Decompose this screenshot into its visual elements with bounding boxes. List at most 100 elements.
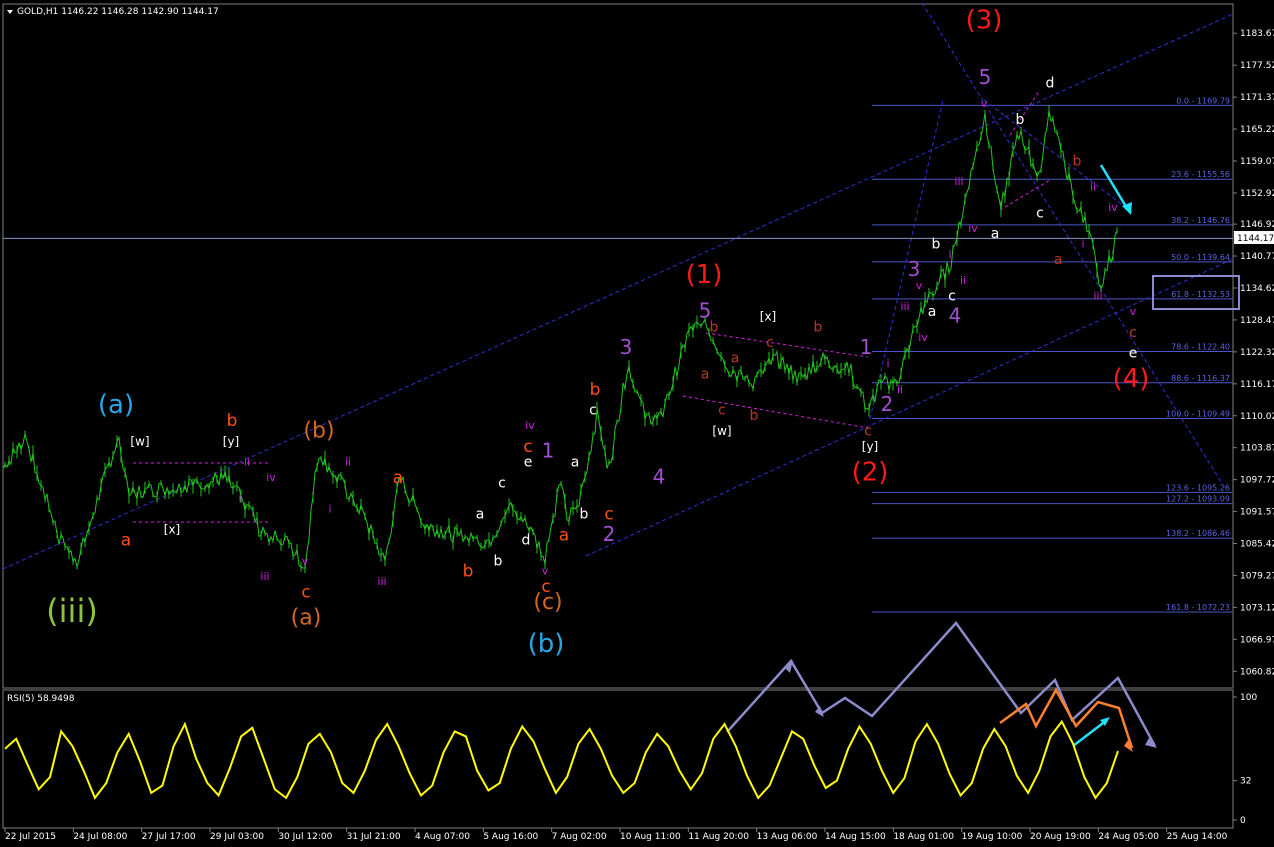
wave-label: (4) bbox=[1113, 364, 1150, 394]
time-tick-label: 4 Aug 07:00 bbox=[415, 832, 470, 842]
wave-label: iii bbox=[260, 570, 269, 583]
wave-label: i bbox=[886, 357, 889, 370]
price-axis: 1183.67 1177.52 1171.37 1165.22 1159.07 1152.… bbox=[1233, 29, 1274, 677]
wave-label: a bbox=[991, 226, 1000, 242]
wave-label: (a) bbox=[98, 390, 134, 420]
wave-label: c bbox=[864, 423, 872, 439]
wave-label: [w] bbox=[130, 434, 149, 448]
wave-label: e bbox=[524, 455, 533, 471]
price-tick-label: 1079.27 bbox=[1240, 571, 1274, 581]
wave-label: 4 bbox=[949, 304, 962, 328]
wave-label: b bbox=[590, 380, 601, 400]
wave-label: i bbox=[1081, 237, 1084, 250]
wave-label: (b) bbox=[528, 629, 565, 659]
wave-label: iii bbox=[1093, 289, 1102, 302]
wave-label: 2 bbox=[881, 392, 894, 416]
rsi-header: RSI(5) 58.9498 bbox=[7, 694, 75, 704]
wave-label: 3 bbox=[908, 257, 921, 281]
time-tick-label: 24 Aug 05:00 bbox=[1098, 832, 1159, 842]
fib-level-label: 0.0 - 1169.79 bbox=[1176, 96, 1230, 105]
chart-canvas: GOLD,H1 1146.22 1146.28 1142.90 1144.17 … bbox=[0, 0, 1274, 847]
price-tick-label: 1171.37 bbox=[1240, 93, 1274, 103]
wave-label: iv bbox=[266, 471, 276, 484]
wave-label: c bbox=[948, 288, 956, 304]
wave-label: 1 bbox=[542, 439, 555, 463]
wave-label: c bbox=[1129, 325, 1137, 341]
wave-label: a bbox=[393, 468, 403, 488]
wave-label: c bbox=[498, 475, 506, 491]
price-tick-label: 1103.87 bbox=[1240, 444, 1274, 454]
wave-label: a bbox=[701, 366, 710, 382]
wave-label: b bbox=[932, 236, 941, 252]
wave-label: 1 bbox=[860, 335, 873, 359]
time-tick-label: 14 Aug 15:00 bbox=[825, 832, 886, 842]
wave-label: v bbox=[302, 554, 309, 567]
time-tick-label: 13 Aug 06:00 bbox=[757, 832, 818, 842]
fib-level-label: 88.6 - 1116.37 bbox=[1171, 374, 1230, 383]
wave-label: i bbox=[948, 248, 951, 261]
time-tick-label: 19 Aug 10:00 bbox=[962, 832, 1023, 842]
fib-level-label: 50.0 - 1139.64 bbox=[1171, 253, 1230, 262]
price-tick-label: 1177.52 bbox=[1240, 61, 1274, 71]
wave-label: a bbox=[928, 304, 937, 320]
rsi-tick-label: 32 bbox=[1240, 777, 1251, 787]
price-tick-label: 1097.72 bbox=[1240, 476, 1274, 486]
fib-level-label: 78.6 - 1122.40 bbox=[1171, 342, 1230, 351]
wave-label: ii bbox=[1090, 180, 1096, 193]
wave-label: [y] bbox=[862, 440, 878, 454]
wave-label: 2 bbox=[603, 522, 616, 546]
time-tick-label: 30 Jul 12:00 bbox=[278, 832, 332, 842]
wave-label: v bbox=[1130, 305, 1137, 318]
wave-label: b bbox=[710, 320, 719, 336]
wave-label: (c) bbox=[533, 590, 562, 615]
wave-label: b bbox=[227, 411, 238, 431]
wave-label: b bbox=[1016, 112, 1025, 128]
wave-label: a bbox=[571, 455, 580, 471]
wave-label: c bbox=[301, 582, 310, 602]
wave-label: iv bbox=[968, 222, 978, 235]
wave-label: (2) bbox=[852, 457, 889, 487]
time-tick-label: 5 Aug 16:00 bbox=[483, 832, 538, 842]
fib-level-label: 161.8 - 1072.23 bbox=[1166, 603, 1230, 612]
wave-label: v bbox=[981, 97, 988, 110]
wave-label: iv bbox=[525, 419, 535, 432]
fib-level-label: 61.8 - 1132.53 bbox=[1171, 290, 1230, 299]
wave-label: a bbox=[1054, 252, 1063, 268]
wave-label: e bbox=[1129, 346, 1138, 362]
price-tick-label: 1165.22 bbox=[1240, 125, 1274, 135]
price-tick-label: 1146.92 bbox=[1240, 220, 1274, 230]
wave-label: iv bbox=[1108, 201, 1118, 214]
wave-label: 5 bbox=[979, 65, 992, 89]
wave-label: b bbox=[463, 562, 474, 582]
price-tick-label: 1122.32 bbox=[1240, 348, 1274, 358]
wave-label: a bbox=[121, 531, 131, 551]
price-tick-label: 1085.42 bbox=[1240, 540, 1274, 550]
wave-label: iv bbox=[918, 331, 928, 344]
wave-label: ii bbox=[960, 274, 966, 287]
time-tick-label: 10 Aug 11:00 bbox=[620, 832, 681, 842]
price-tick-label: 1066.97 bbox=[1240, 635, 1274, 645]
wave-label: iii bbox=[377, 575, 386, 588]
price-tick-label: 1116.17 bbox=[1240, 380, 1274, 390]
fib-level-label: 38.2 - 1146.76 bbox=[1171, 216, 1230, 225]
wave-label: 4 bbox=[653, 465, 666, 489]
wave-label: d bbox=[522, 533, 531, 549]
wave-label: b bbox=[580, 507, 589, 523]
wave-label: [y] bbox=[223, 434, 239, 448]
fib-level-label: 138.2 - 1086.46 bbox=[1166, 529, 1230, 538]
time-tick-label: 7 Aug 02:00 bbox=[552, 832, 607, 842]
wave-label: a bbox=[559, 525, 569, 545]
time-tick-label: 20 Aug 19:00 bbox=[1030, 832, 1091, 842]
time-tick-label: 31 Jul 21:00 bbox=[347, 832, 401, 842]
rsi-tick-label: 0 bbox=[1240, 816, 1246, 826]
wave-label: ii bbox=[244, 456, 250, 469]
wave-label: b bbox=[1073, 153, 1082, 169]
wave-label: iii bbox=[900, 300, 909, 313]
price-tick-label: 1152.92 bbox=[1240, 189, 1274, 199]
fib-level-label: 100.0 - 1109.49 bbox=[1166, 410, 1230, 419]
time-tick-label: 29 Jul 03:00 bbox=[210, 832, 264, 842]
wave-label: d bbox=[1046, 75, 1055, 91]
wave-label: ii bbox=[897, 383, 903, 396]
wave-label: [x] bbox=[164, 523, 180, 537]
fib-level-label: 127.2 - 1093.09 bbox=[1166, 495, 1230, 504]
